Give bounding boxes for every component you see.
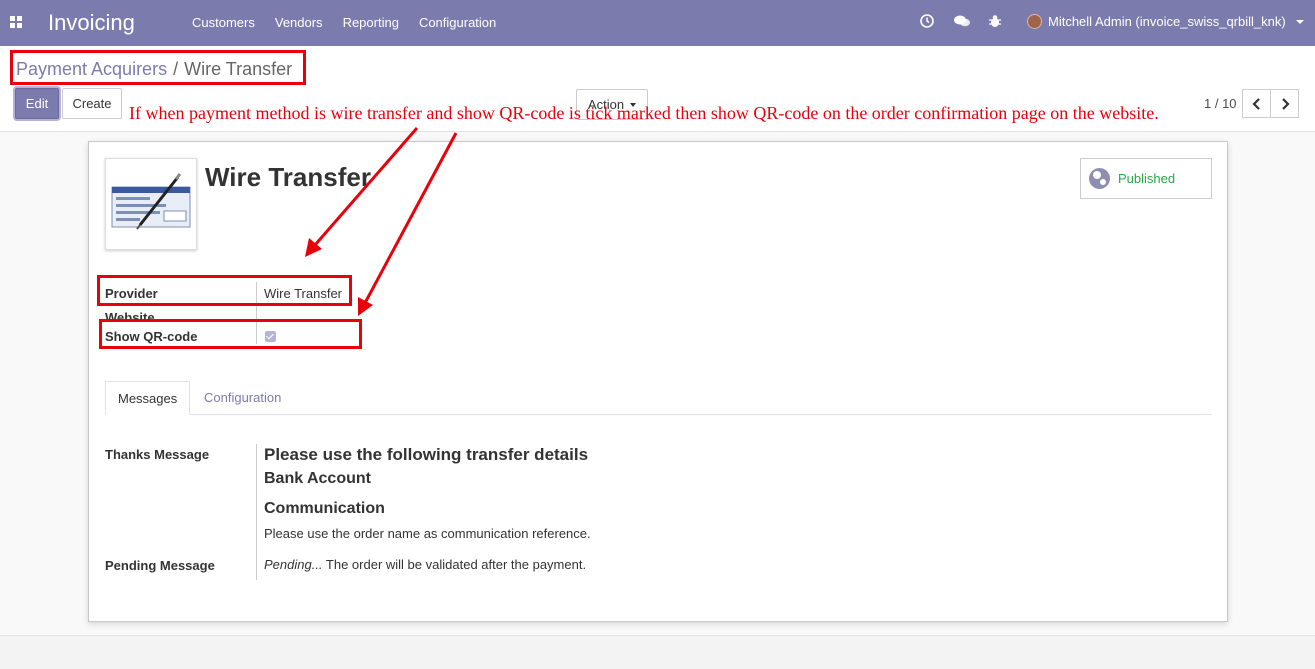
arrow-to-show-qr-code xyxy=(363,132,458,304)
annotation-arrows xyxy=(305,127,458,316)
arrow-to-provider xyxy=(313,127,419,246)
